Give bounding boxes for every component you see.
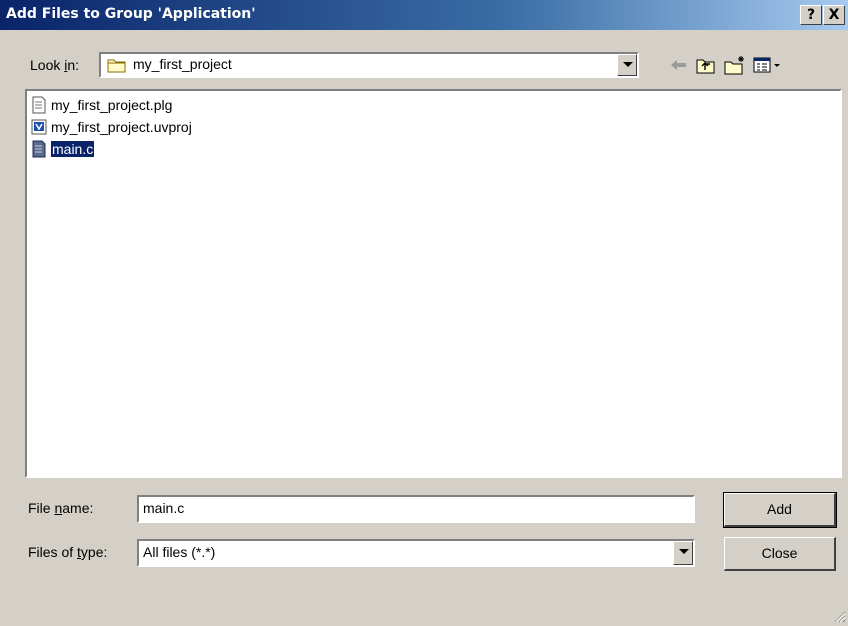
file-item-main-c[interactable]: main.c (31, 138, 96, 160)
close-button[interactable]: Close (724, 537, 836, 571)
look-in-label: Look in: (30, 57, 80, 73)
c-source-file-icon (31, 140, 47, 158)
file-name-input[interactable]: main.c (137, 495, 695, 523)
title-bar[interactable]: Add Files to Group 'Application' ? X (0, 0, 848, 30)
folder-icon (107, 56, 127, 77)
look-in-dropdown[interactable]: my_first_project (99, 52, 639, 78)
file-type-dropdown-arrow[interactable] (673, 541, 693, 565)
file-name-text: my_first_project.plg (51, 97, 173, 113)
window-title: Add Files to Group 'Application' (6, 6, 256, 22)
back-arrow-icon[interactable] (668, 55, 690, 75)
look-in-value: my_first_project (133, 56, 232, 72)
help-button[interactable]: ? (800, 5, 822, 25)
file-item-plg[interactable]: my_first_project.plg (31, 94, 172, 116)
file-type-dropdown[interactable]: All files (*.*) (137, 539, 695, 567)
add-button[interactable]: Add (723, 492, 837, 528)
resize-grip-icon[interactable] (830, 607, 846, 623)
file-list[interactable]: my_first_project.plg my_first_project.uv… (25, 89, 842, 478)
file-name-text: my_first_project.uvproj (51, 119, 192, 135)
file-name-label: File name: (28, 500, 94, 516)
up-folder-icon[interactable] (695, 55, 717, 75)
file-name-text-selected: main.c (49, 140, 96, 158)
file-item-uvproj[interactable]: my_first_project.uvproj (31, 116, 192, 138)
view-menu-icon[interactable] (752, 55, 782, 75)
add-files-dialog: Add Files to Group 'Application' ? X Loo… (0, 0, 848, 625)
look-in-dropdown-arrow[interactable] (617, 54, 637, 76)
new-folder-icon[interactable] (724, 55, 746, 75)
close-window-button[interactable]: X (823, 5, 845, 25)
uvision-project-icon (31, 118, 47, 136)
file-type-value: All files (*.*) (143, 544, 216, 560)
file-type-label: Files of type: (28, 544, 108, 560)
text-file-icon (31, 96, 47, 114)
